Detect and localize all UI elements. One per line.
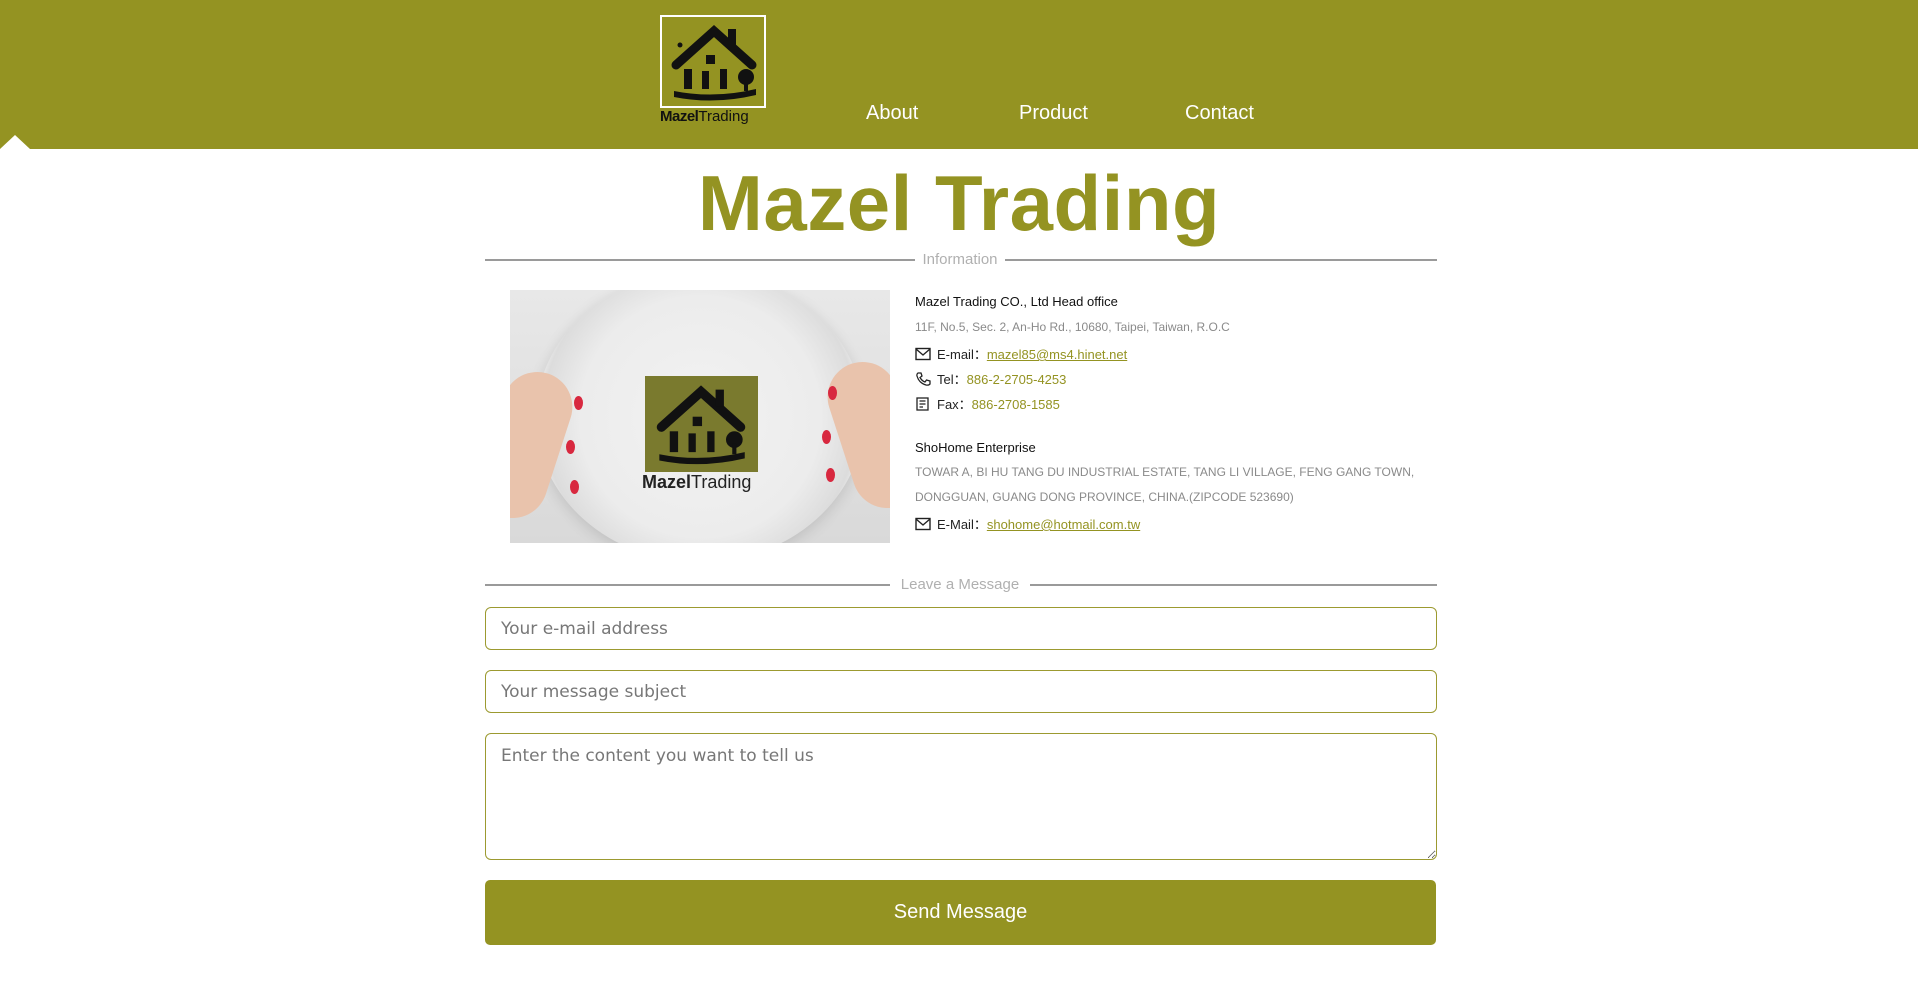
envelope-icon: [915, 347, 931, 361]
nail: [574, 396, 583, 410]
info-section-label: Information: [922, 251, 998, 268]
nav-product[interactable]: Product: [1019, 102, 1088, 125]
nail: [566, 440, 575, 454]
head-office-fax-row: Fax：886-2708-1585: [915, 394, 1060, 413]
message-divider-left: [485, 584, 890, 586]
page-title: Mazel Trading: [0, 158, 1918, 248]
enterprise-email-label: E-Mail：: [937, 517, 987, 532]
logo-brand-rest: Trading: [698, 108, 749, 125]
plate-logo-brand-rest: Trading: [691, 472, 752, 492]
head-office-fax: 886-2708-1585: [971, 397, 1060, 412]
nail: [828, 386, 837, 400]
house-logo-icon: [671, 24, 757, 101]
nail: [570, 480, 579, 494]
message-textarea[interactable]: [485, 733, 1437, 860]
plate-logo-brand-bold: Mazel: [642, 472, 692, 492]
logo-wordmark: MazelTrading: [660, 108, 772, 125]
head-office-tel: 886-2-2705-4253: [966, 372, 1067, 387]
fax-icon: [916, 397, 929, 411]
plate-image: MazelTrading: [510, 290, 890, 543]
nail: [826, 468, 835, 482]
phone-icon: [916, 372, 931, 386]
plate-logo: [645, 376, 758, 472]
enterprise-address-line2: DONGGUAN, GUANG DONG PROVINCE, CHINA.(ZI…: [915, 490, 1294, 504]
site-logo[interactable]: [660, 15, 766, 108]
nav-about[interactable]: About: [866, 102, 918, 125]
logo-brand-bold: Mazel: [660, 108, 699, 125]
house-logo-icon: [656, 385, 746, 465]
nav-contact[interactable]: Contact: [1185, 102, 1254, 125]
envelope-icon: [915, 517, 931, 531]
message-divider-right: [1030, 584, 1437, 586]
head-office-address: 11F, No.5, Sec. 2, An-Ho Rd., 10680, Tai…: [915, 320, 1230, 334]
head-office-email-link[interactable]: mazel85@ms4.hinet.net: [987, 347, 1127, 362]
send-message-button[interactable]: Send Message: [485, 880, 1436, 945]
head-office-tel-label: Tel：: [937, 372, 967, 387]
head-office-email-label: E-mail：: [937, 347, 987, 362]
header-notch: [0, 135, 30, 149]
page-title-part1: Mazel: [697, 159, 913, 247]
enterprise-email-link[interactable]: shohome@hotmail.com.tw: [987, 517, 1140, 532]
nail: [822, 430, 831, 444]
email-input[interactable]: [485, 607, 1437, 650]
subject-input[interactable]: [485, 670, 1437, 713]
head-office-tel-row: Tel：886-2-2705-4253: [915, 369, 1066, 388]
page-title-part2: Trading: [934, 159, 1221, 247]
message-section-label: Leave a Message: [900, 576, 1020, 593]
enterprise-email-row: E-Mail：shohome@hotmail.com.tw: [915, 514, 1140, 533]
head-office-fax-label: Fax：: [937, 397, 972, 412]
enterprise-address-line1: TOWAR A, BI HU TANG DU INDUSTRIAL ESTATE…: [915, 465, 1415, 479]
head-office-email-row: E-mail：mazel85@ms4.hinet.net: [915, 344, 1127, 363]
info-divider-right: [1005, 259, 1437, 261]
head-office-name: Mazel Trading CO., Ltd Head office: [915, 294, 1118, 309]
info-divider-left: [485, 259, 915, 261]
site-header: MazelTrading About Product Contact: [0, 0, 1918, 149]
plate-logo-wordmark: MazelTrading: [642, 472, 751, 493]
enterprise-name: ShoHome Enterprise: [915, 440, 1036, 455]
